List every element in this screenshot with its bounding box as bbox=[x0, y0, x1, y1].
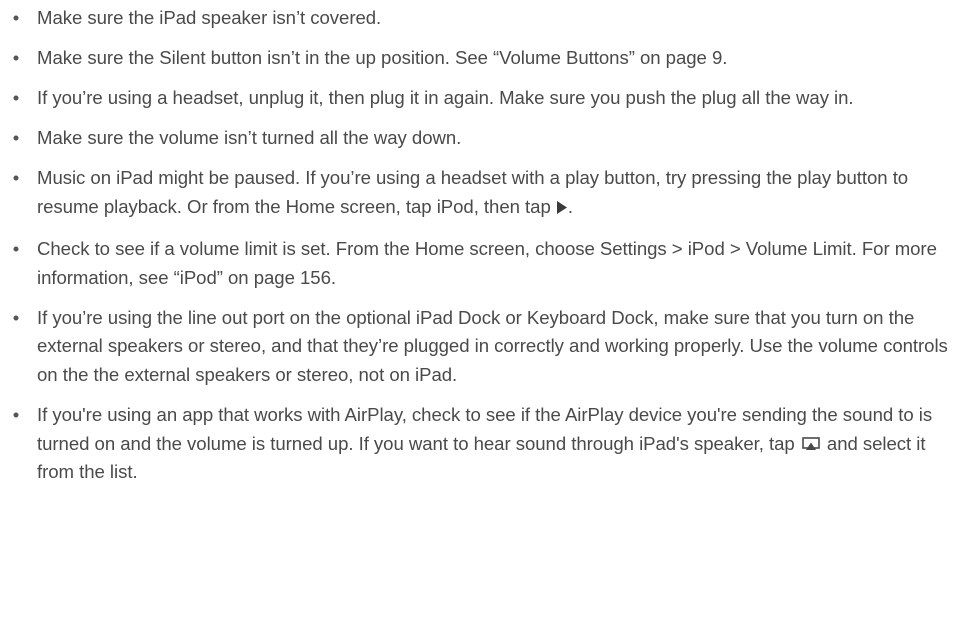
list-item: • Make sure the Silent button isn’t in t… bbox=[10, 44, 955, 73]
list-item: • If you’re using the line out port on t… bbox=[10, 304, 955, 390]
bullet-icon: • bbox=[12, 404, 20, 426]
list-item: • Make sure the volume isn’t turned all … bbox=[10, 124, 955, 153]
list-item-text: Make sure the volume isn’t turned all th… bbox=[37, 127, 462, 149]
bullet-icon: • bbox=[12, 127, 20, 149]
list-item-text: If you’re using the line out port on the… bbox=[37, 306, 948, 385]
bullet-icon: • bbox=[12, 238, 20, 260]
document-page: • Make sure the iPad speaker isn’t cover… bbox=[0, 0, 961, 644]
list-item-text: Make sure the iPad speaker isn’t covered… bbox=[37, 7, 382, 28]
list-item: • Music on iPad might be paused. If you’… bbox=[10, 164, 955, 223]
list-item: • If you’re using a headset, unplug it, … bbox=[10, 84, 955, 113]
list-item-text: Check to see if a volume limit is set. F… bbox=[37, 238, 937, 288]
bullet-icon: • bbox=[12, 47, 20, 69]
list-item-text: Music on iPad might be paused. If you’re… bbox=[37, 167, 909, 217]
bullet-icon: • bbox=[12, 87, 20, 109]
list-item-text: If you’re using a headset, unplug it, th… bbox=[37, 87, 854, 109]
list-item: • If you're using an app that works with… bbox=[10, 401, 955, 487]
list-item-text-end: . bbox=[567, 195, 573, 217]
airplay-icon bbox=[801, 431, 820, 450]
troubleshooting-list: • Make sure the iPad speaker isn’t cover… bbox=[10, 4, 955, 498]
bullet-icon: • bbox=[12, 7, 20, 28]
list-item-text: If you're using an app that works with A… bbox=[37, 404, 933, 454]
list-item: • Check to see if a volume limit is set.… bbox=[10, 235, 955, 292]
bullet-icon: • bbox=[12, 306, 20, 328]
list-item: • Make sure the iPad speaker isn’t cover… bbox=[10, 4, 955, 33]
bullet-icon: • bbox=[12, 167, 20, 189]
list-item-text: Make sure the Silent button isn’t in the… bbox=[37, 47, 728, 69]
play-icon bbox=[556, 195, 568, 224]
